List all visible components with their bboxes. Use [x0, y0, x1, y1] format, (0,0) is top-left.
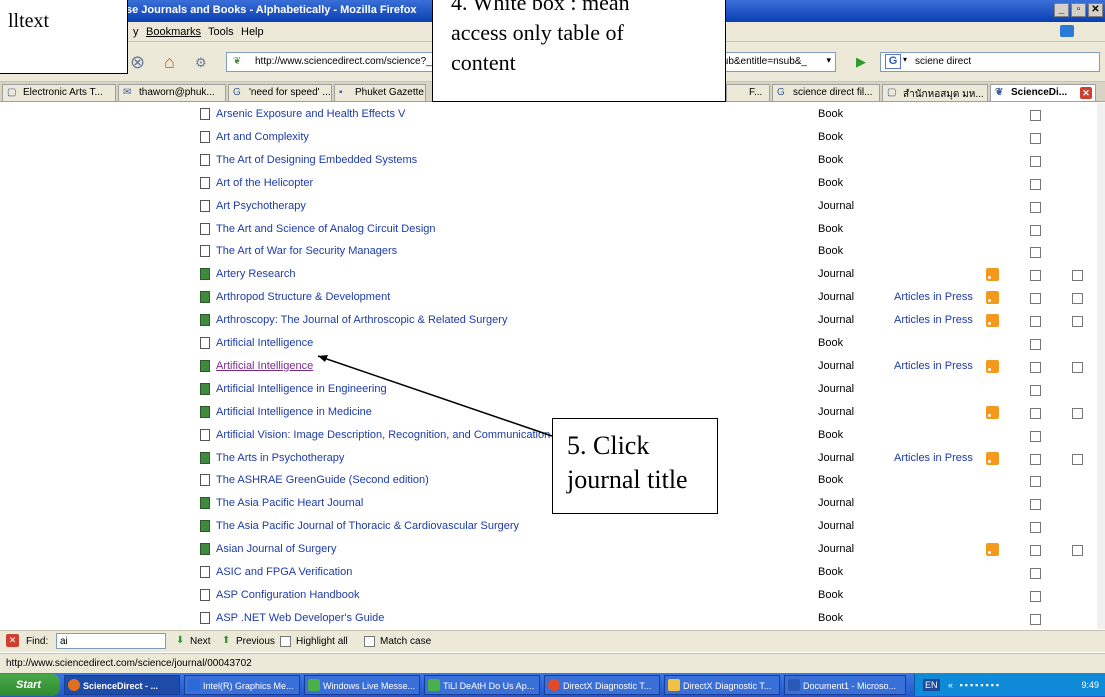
taskbar-item-messenger[interactable]: Windows Live Messe...: [304, 675, 420, 695]
taskbar-label: ScienceDirect - ...: [83, 681, 159, 691]
messenger-icon: [308, 679, 320, 691]
word-icon: [788, 679, 800, 691]
start-label: Start: [16, 679, 42, 691]
arrow-head: [318, 355, 328, 362]
status-url: http://www.sciencedirect.com/science/jou…: [6, 658, 252, 669]
help-icon: [668, 679, 680, 691]
language-indicator[interactable]: EN: [923, 679, 940, 691]
highlight-icon[interactable]: [280, 636, 291, 647]
find-bar: ✕ Find: ai ⬇ Next ⬆ Previous Highlight a…: [0, 630, 1105, 652]
close-find-icon[interactable]: ✕: [6, 634, 19, 647]
taskbar-item-directx-1[interactable]: DirectX Diagnostic T...: [544, 675, 660, 695]
taskbar-label: DirectX Diagnostic T...: [563, 681, 652, 691]
messenger-icon: [428, 679, 440, 691]
taskbar-label: DirectX Diagnostic T...: [683, 681, 772, 691]
callout-arrow: [317, 355, 553, 437]
firefox-icon: [68, 679, 80, 691]
tray-icons[interactable]: ▪▪▪▪▪▪▪▪: [960, 680, 1002, 690]
taskbar-item-sciencedirect[interactable]: ScienceDirect - ...: [64, 675, 180, 695]
tray-expand-icon[interactable]: «: [948, 680, 953, 690]
windows-taskbar: Start ScienceDirect - ... Intel(R) Graph…: [0, 673, 1105, 697]
directx-icon: [548, 679, 560, 691]
next-arrow-icon[interactable]: ⬇: [176, 635, 184, 646]
system-tray: EN « ▪▪▪▪▪▪▪▪ 9:49: [914, 674, 1105, 696]
match-case-label: Match case: [380, 636, 432, 647]
taskbar-label: Intel(R) Graphics Me...: [203, 681, 294, 691]
taskbar-label: Document1 - Microso...: [803, 681, 897, 691]
match-case-checkbox[interactable]: [364, 636, 375, 647]
find-input-value: ai: [60, 636, 68, 647]
highlight-all-button[interactable]: Highlight all: [296, 636, 348, 647]
taskbar-label: Windows Live Messe...: [323, 681, 416, 691]
find-next-button[interactable]: Next: [190, 636, 211, 647]
start-button[interactable]: Start: [0, 674, 60, 696]
find-input[interactable]: ai: [56, 633, 166, 649]
find-label: Find:: [26, 636, 49, 647]
taskbar-label: TiLl DeAtH Do Us Ap...: [443, 681, 535, 691]
status-bar: http://www.sciencedirect.com/science/jou…: [0, 653, 1105, 673]
taskbar-item-directx-2[interactable]: DirectX Diagnostic T...: [664, 675, 780, 695]
taskbar-item-till-death[interactable]: TiLl DeAtH Do Us Ap...: [424, 675, 540, 695]
intel-icon: [188, 679, 200, 691]
arrow-line: [317, 355, 553, 437]
taskbar-item-intel[interactable]: Intel(R) Graphics Me...: [184, 675, 300, 695]
find-previous-button[interactable]: Previous: [236, 636, 275, 647]
previous-arrow-icon[interactable]: ⬆: [222, 635, 230, 646]
clock: 9:49: [1081, 680, 1099, 690]
taskbar-item-word[interactable]: Document1 - Microso...: [784, 675, 906, 695]
